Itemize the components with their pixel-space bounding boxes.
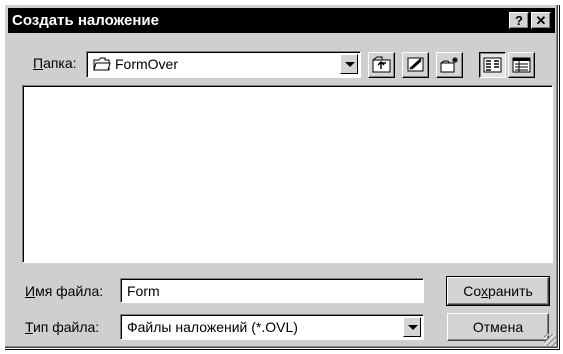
filetype-combobox[interactable]: Файлы наложений (*.OVL) [120, 314, 424, 340]
folder-dropdown-arrow[interactable] [340, 54, 358, 74]
filetype-label: Тип файла: [25, 319, 99, 335]
filename-value: Form [127, 283, 160, 299]
list-view-button[interactable] [479, 52, 506, 78]
folder-label-text: апка: [43, 55, 77, 71]
folder-label-accel: П [33, 55, 44, 71]
save-label-post: ранить [487, 283, 533, 299]
filename-label-text: мя файла: [35, 283, 104, 299]
details-view-button[interactable] [508, 52, 535, 78]
new-folder-icon [440, 57, 458, 73]
desktop-button[interactable] [402, 52, 429, 78]
folder-label: Папка: [33, 55, 77, 71]
save-overlay-dialog: Создать наложение ? ✕ Папка: FormOver Им… [4, 4, 559, 349]
desktop-icon [407, 57, 424, 72]
filetype-label-text: ип файла: [32, 319, 100, 335]
up-folder-icon [372, 56, 391, 73]
close-button[interactable]: ✕ [531, 12, 551, 29]
title-bar: Создать наложение ? ✕ [8, 8, 555, 33]
folder-combobox[interactable]: FormOver [86, 51, 361, 78]
filename-label-accel: И [25, 283, 36, 299]
filetype-value: Файлы наложений (*.OVL) [127, 319, 298, 335]
save-label-accel: х [480, 283, 488, 299]
window-title: Создать наложение [12, 12, 159, 29]
folder-value: FormOver [115, 56, 178, 72]
resize-grip[interactable] [544, 334, 556, 346]
details-view-icon [512, 57, 531, 73]
cancel-button[interactable]: Отмена [447, 313, 549, 341]
filetype-label-accel: Т [25, 319, 33, 335]
list-view-icon [483, 57, 502, 73]
folder-icon [93, 57, 111, 74]
file-list[interactable] [22, 85, 553, 263]
new-folder-button[interactable] [436, 52, 463, 78]
filename-input[interactable]: Form [120, 278, 424, 303]
filename-label: Имя файла: [25, 283, 103, 299]
save-button[interactable]: Сохранить [446, 276, 550, 306]
save-label-pre: Со [463, 283, 481, 299]
filetype-dropdown-arrow[interactable] [403, 317, 421, 337]
up-folder-button[interactable] [368, 52, 395, 78]
help-button[interactable]: ? [509, 12, 529, 29]
